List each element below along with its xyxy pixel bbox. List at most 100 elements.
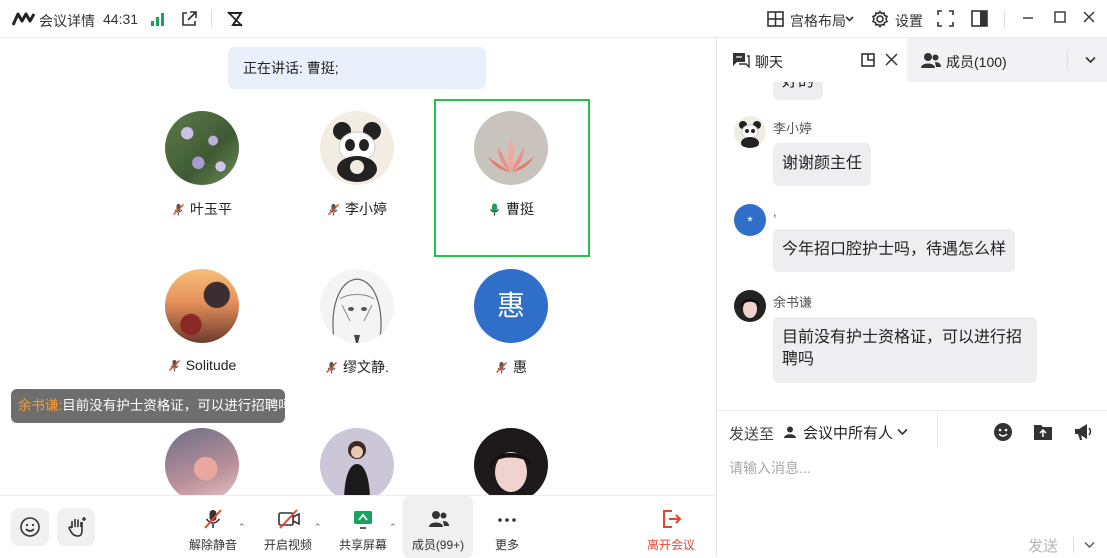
participant-tile[interactable]: 李小婷 xyxy=(280,99,434,257)
mic-muted-icon xyxy=(172,203,185,216)
raise-hand-button[interactable] xyxy=(57,508,95,546)
signal-icon[interactable] xyxy=(150,12,164,26)
fullscreen-icon[interactable] xyxy=(937,10,954,27)
floating-chat-message: 余书谦:目前没有护士资格证，可以进行招聘吗 xyxy=(11,389,292,423)
avatar xyxy=(320,428,394,495)
audio-options-caret-icon[interactable]: ⌃ xyxy=(238,522,246,533)
tab-members[interactable]: 成员(100) xyxy=(907,38,1107,82)
members-button[interactable]: 成员(99+) xyxy=(403,496,473,558)
meeting-timer: 44:31 xyxy=(103,11,139,27)
participant-tile[interactable]: 缪文静. xyxy=(280,257,434,415)
avatar xyxy=(474,111,548,185)
participant-tile[interactable] xyxy=(125,416,279,495)
girl-avatar-image xyxy=(490,452,532,492)
avatar xyxy=(320,269,394,343)
girl-avatar-image xyxy=(740,299,760,318)
participant-tile[interactable] xyxy=(434,416,588,495)
app-logo-icon xyxy=(12,12,36,26)
leave-meeting-button[interactable]: 离开会议 xyxy=(643,496,699,558)
members-icon xyxy=(429,511,449,527)
panda-avatar-image xyxy=(333,122,381,182)
participant-tile[interactable] xyxy=(280,416,434,495)
send-options-chevron-icon[interactable] xyxy=(1084,541,1095,549)
person-icon xyxy=(784,426,796,438)
chat-bubble: 谢谢颜主任 xyxy=(773,143,872,186)
sidebar-toggle-icon[interactable] xyxy=(971,10,988,27)
participant-tile[interactable]: 惠 惠 xyxy=(434,257,588,415)
participant-name-row: 惠 xyxy=(434,357,588,377)
recipient-select[interactable]: 会议中所有人 xyxy=(783,421,933,445)
mic-muted-icon xyxy=(327,203,340,216)
chat-sender: , xyxy=(773,204,777,219)
more-label: 更多 xyxy=(494,538,519,552)
more-button[interactable]: 更多 xyxy=(485,496,529,558)
participant-name: 缪文静. xyxy=(343,359,389,375)
chat-composer: 发送至 会议中所有人 请输入消息... 发送 xyxy=(717,410,1107,557)
participant-name: 李小婷 xyxy=(345,201,387,217)
megaphone-icon[interactable] xyxy=(1073,422,1094,441)
chat-bubble: 好的 xyxy=(773,82,824,100)
emoji-icon[interactable] xyxy=(993,422,1013,442)
participant-name: 曹挺 xyxy=(506,201,534,217)
message-input[interactable]: 请输入消息... xyxy=(729,458,811,478)
send-button[interactable]: 发送 xyxy=(1028,535,1058,556)
layout-button[interactable]: 宫格布局 xyxy=(790,11,846,31)
smiley-icon xyxy=(20,517,40,537)
settings-button[interactable]: 设置 xyxy=(895,11,923,31)
avatar xyxy=(474,428,548,495)
unmute-button[interactable]: 解除静音 xyxy=(187,496,239,558)
chat-avatar xyxy=(734,116,766,148)
unmute-label: 解除静音 xyxy=(188,538,237,552)
chat-bubble: 今年招口腔护士吗，待遇怎么样 xyxy=(773,229,1016,272)
start-video-button[interactable]: 开启视频 xyxy=(262,496,314,558)
participant-name-row: 叶玉平 xyxy=(125,199,279,219)
share-options-caret-icon[interactable]: ⌃ xyxy=(389,522,397,533)
mic-muted-icon xyxy=(326,361,338,374)
members-label: 成员(99+) xyxy=(411,538,465,552)
chevron-down-icon[interactable] xyxy=(1085,56,1096,64)
floating-chat-text: 目前没有护士资格证，可以进行招聘吗 xyxy=(62,398,292,413)
members-tab-icon xyxy=(921,53,941,68)
composer-divider xyxy=(937,411,938,447)
tab-chat[interactable]: 聊天 xyxy=(717,38,907,82)
mic-muted-icon xyxy=(168,359,180,372)
window-controls-divider xyxy=(1004,10,1005,28)
person-avatar-image xyxy=(344,441,370,495)
screen-share-icon xyxy=(354,511,372,529)
video-options-caret-icon[interactable]: ⌃ xyxy=(314,522,322,533)
no-recording-icon[interactable] xyxy=(225,9,245,29)
participant-tile[interactable]: 曹挺 xyxy=(434,99,588,257)
emoji-button[interactable] xyxy=(11,508,49,546)
title-divider xyxy=(211,10,212,28)
participant-tile[interactable]: 叶玉平 xyxy=(125,99,279,257)
chat-bubble: 目前没有护士资格证，可以进行招聘吗 xyxy=(773,317,1037,383)
close-icon[interactable] xyxy=(1083,11,1095,23)
participant-name: 叶玉平 xyxy=(190,201,232,217)
chevron-down-icon[interactable] xyxy=(845,14,854,23)
minimize-icon[interactable] xyxy=(1022,12,1034,24)
share-screen-label: 共享屏幕 xyxy=(338,538,387,552)
chat-avatar xyxy=(734,290,766,322)
avatar: 惠 xyxy=(474,269,548,343)
mic-speaking-icon xyxy=(490,203,499,216)
maximize-icon[interactable] xyxy=(1054,11,1066,23)
mic-off-icon xyxy=(204,509,222,529)
recipient-value: 会议中所有人 xyxy=(803,425,894,442)
chat-sender: 余书谦 xyxy=(773,295,813,310)
avatar xyxy=(320,111,394,185)
avatar xyxy=(165,428,239,495)
close-chat-icon[interactable] xyxy=(885,53,898,66)
external-window-icon[interactable] xyxy=(180,10,198,28)
popout-icon[interactable] xyxy=(861,53,875,67)
avatar xyxy=(165,111,239,185)
panda-avatar-image xyxy=(739,121,761,148)
folder-upload-icon[interactable] xyxy=(1033,422,1053,441)
hand-icon xyxy=(68,517,86,537)
tab-divider xyxy=(1067,50,1068,70)
tab-members-label: 成员(100) xyxy=(946,54,1007,70)
chat-message-list: 好的 李小婷 谢谢颜主任 * , 今年招口腔护士吗，待遇怎么样 余书谦 目前没有… xyxy=(717,82,1107,410)
send-divider xyxy=(1073,537,1074,553)
share-screen-button[interactable]: 共享屏幕 xyxy=(337,496,389,558)
grid-layout-icon[interactable] xyxy=(767,11,784,27)
gear-icon[interactable] xyxy=(871,10,889,28)
